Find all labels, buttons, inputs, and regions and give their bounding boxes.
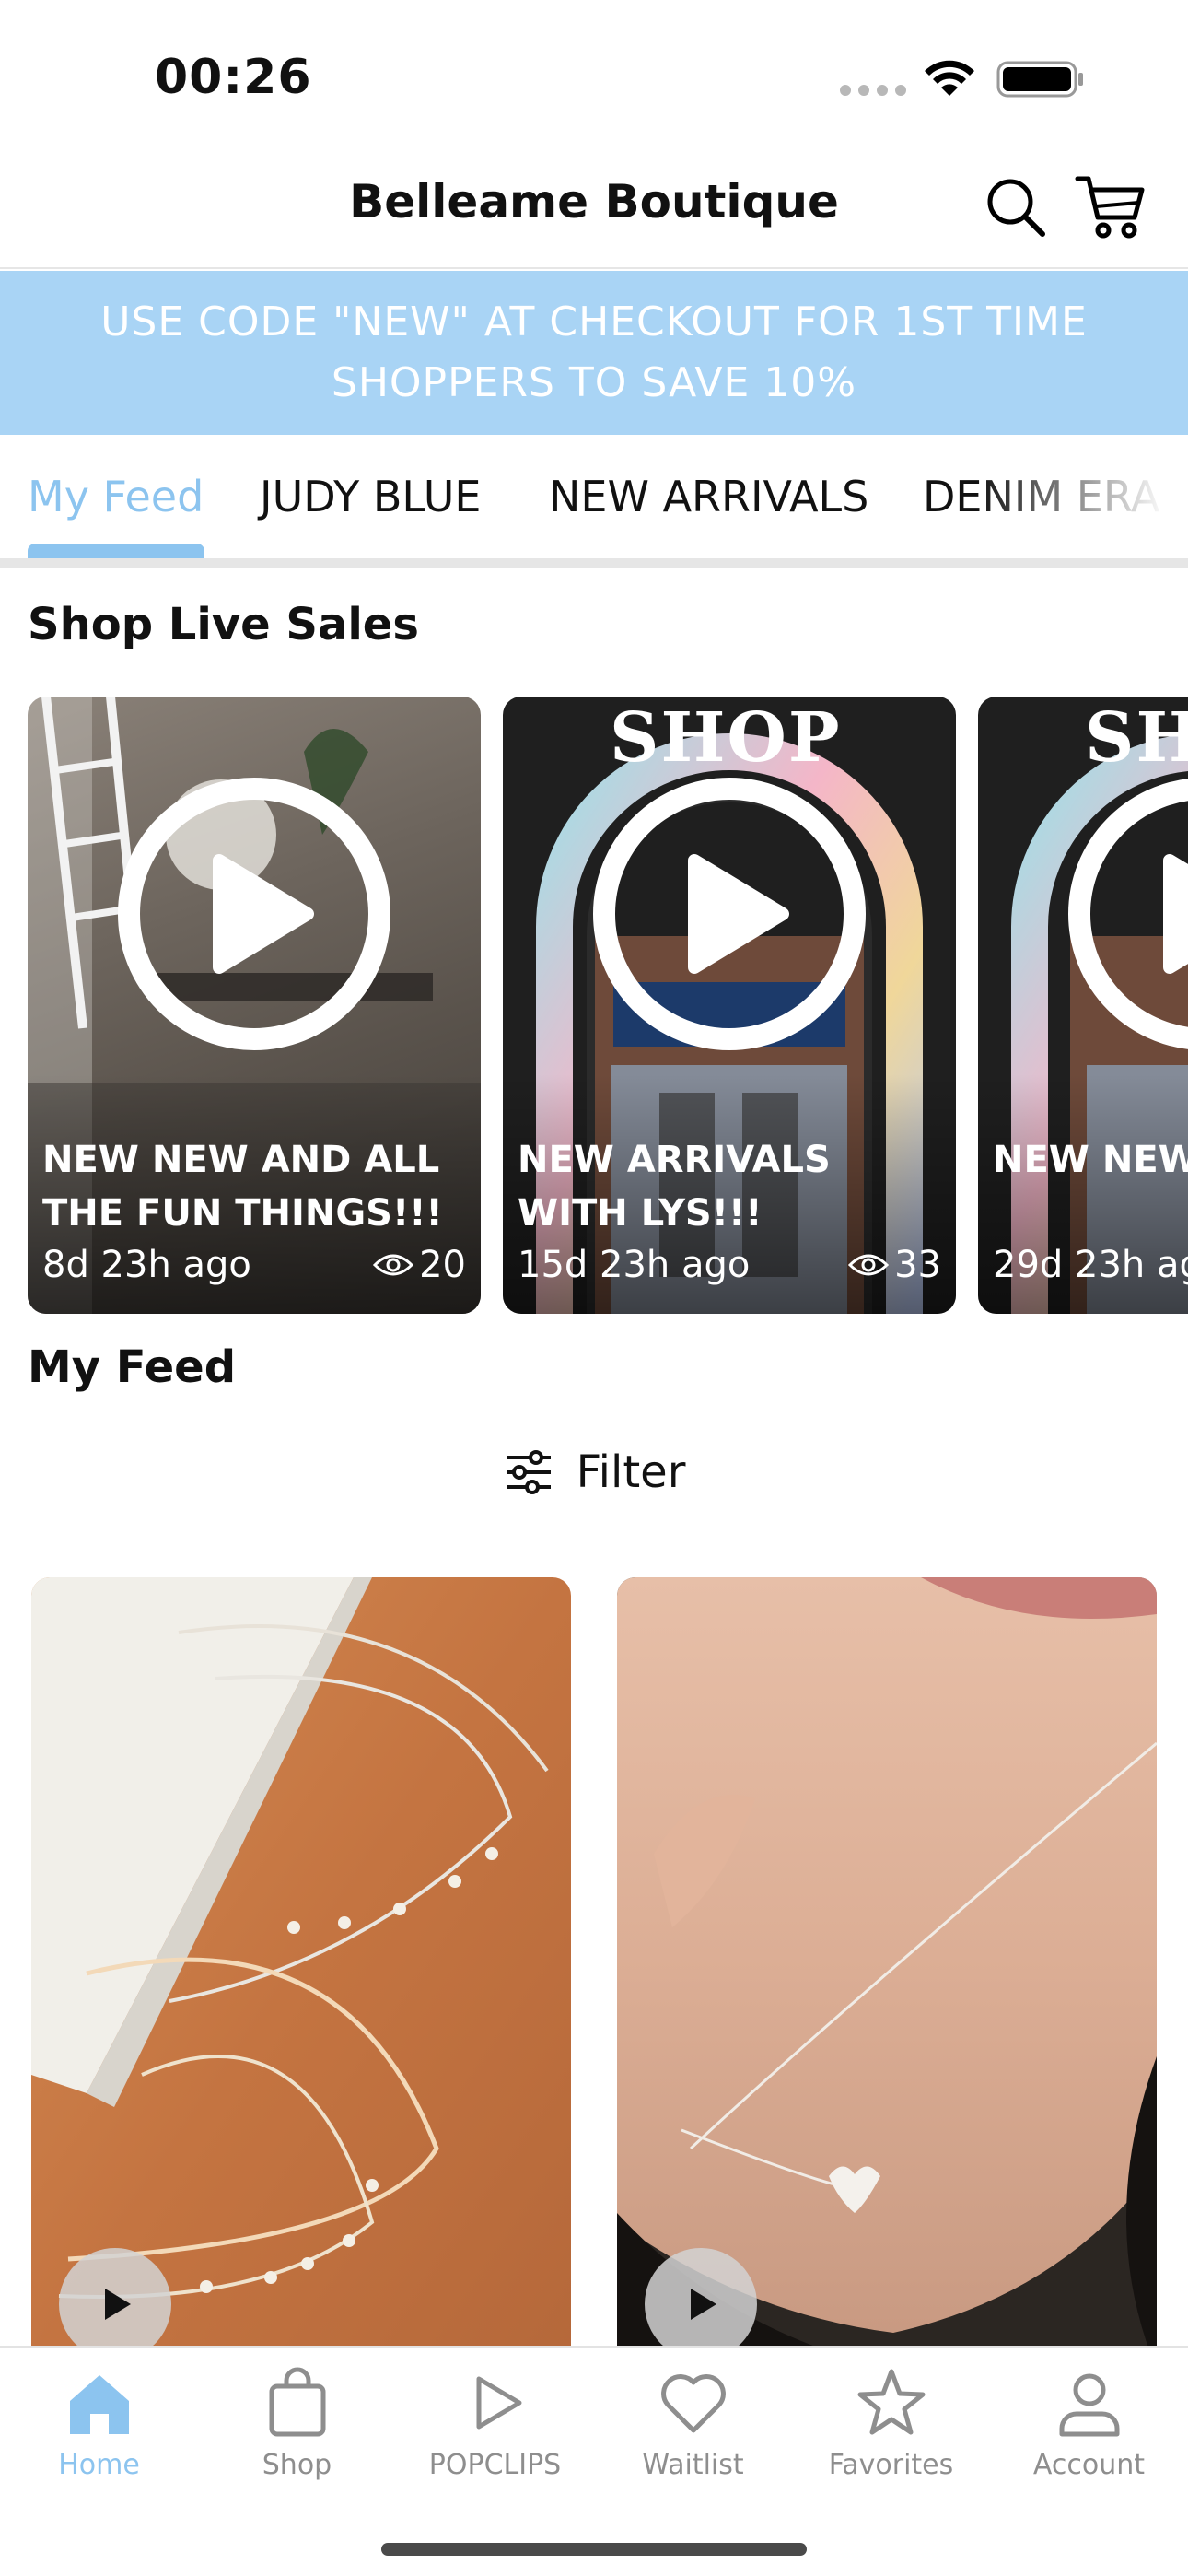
play-icon[interactable]: [59, 2248, 171, 2360]
filter-label: Filter: [576, 1446, 686, 1498]
live-sale-card[interactable]: SH NEW NEW 29d 23h ag: [978, 697, 1188, 1314]
bottom-tab-bar: Home Shop POPCLIPS Waitlist Favorites Ac…: [0, 2346, 1188, 2576]
tab-new-arrivals[interactable]: NEW ARRIVALS: [549, 472, 868, 521]
tab-judy-blue[interactable]: JUDY BLUE: [260, 472, 482, 521]
eye-icon: [848, 1254, 890, 1276]
view-count: 20: [373, 1244, 466, 1286]
eye-icon: [373, 1254, 414, 1276]
nav-popclips-label: POPCLIPS: [428, 2449, 562, 2481]
search-icon[interactable]: [984, 175, 1048, 240]
nav-shop[interactable]: Shop: [198, 2364, 396, 2481]
view-count-value: 20: [419, 1244, 466, 1286]
nav-account-label: Account: [1032, 2449, 1146, 2481]
home-indicator[interactable]: [381, 2543, 807, 2556]
live-sale-title: NEW ARRIVALS WITH LYS!!!: [518, 1139, 831, 1235]
nav-favorites-label: Favorites: [828, 2449, 954, 2481]
nav-waitlist-label: Waitlist: [642, 2449, 744, 2481]
live-sales-carousel[interactable]: NEW NEW AND ALL THE FUN THINGS!!! 8d 23h…: [0, 697, 1188, 1316]
shopping-bag-icon: [269, 2367, 325, 2437]
product-card[interactable]: [31, 1577, 571, 2370]
view-count-value: 33: [894, 1244, 941, 1286]
person-icon: [1059, 2373, 1119, 2437]
nav-shop-label: Shop: [262, 2449, 332, 2481]
overlay-shop-text: SH: [1085, 698, 1188, 778]
view-count: 33: [848, 1244, 941, 1286]
live-sale-title: NEW NEW: [993, 1139, 1188, 1181]
live-sale-card[interactable]: NEW NEW AND ALL THE FUN THINGS!!! 8d 23h…: [28, 697, 481, 1314]
filter-button[interactable]: Filter: [0, 1437, 1188, 1507]
promo-text: USE CODE "NEW" AT CHECKOUT FOR 1ST TIME …: [100, 299, 1088, 406]
product-card[interactable]: [617, 1577, 1157, 2370]
feed-title: My Feed: [28, 1341, 237, 1393]
play-icon[interactable]: [116, 776, 392, 1052]
nav-waitlist[interactable]: Waitlist: [594, 2364, 792, 2481]
play-icon[interactable]: [1066, 776, 1188, 1052]
live-sale-age: 8d 23h ago: [42, 1244, 251, 1286]
tabs-fade: [976, 435, 1188, 564]
tabs-divider: [0, 558, 1188, 568]
play-icon[interactable]: [645, 2248, 757, 2360]
live-sale-card[interactable]: SHOP NEW ARRIVALS WITH LYS!!! 15d 23h ag…: [503, 697, 956, 1314]
battery-icon: [996, 61, 1083, 98]
nav-favorites[interactable]: Favorites: [792, 2364, 990, 2481]
sliders-icon: [506, 1450, 551, 1494]
active-tab-indicator: [28, 544, 204, 558]
home-icon: [69, 2375, 129, 2434]
app-header: Belleame Boutique: [0, 147, 1188, 269]
cart-icon[interactable]: [1074, 170, 1147, 243]
live-sale-title: NEW NEW AND ALL THE FUN THINGS!!!: [42, 1139, 443, 1235]
live-sales-title: Shop Live Sales: [28, 599, 419, 650]
play-icon[interactable]: [591, 776, 868, 1052]
status-bar: 00:26: [0, 0, 1188, 147]
wifi-icon: [925, 60, 974, 96]
live-sale-age: 29d 23h ag: [993, 1244, 1188, 1286]
heart-icon: [660, 2374, 726, 2433]
tab-my-feed[interactable]: My Feed: [28, 472, 204, 521]
star-icon: [857, 2369, 925, 2435]
nav-popclips[interactable]: POPCLIPS: [396, 2364, 594, 2481]
live-sale-age: 15d 23h ago: [518, 1244, 751, 1286]
status-time: 00:26: [155, 50, 312, 105]
category-tabs: My Feed JUDY BLUE NEW ARRIVALS DENIM ERA: [0, 435, 1188, 564]
play-icon: [476, 2376, 521, 2430]
promo-banner[interactable]: USE CODE "NEW" AT CHECKOUT FOR 1ST TIME …: [0, 271, 1188, 435]
nav-home-label: Home: [58, 2449, 140, 2481]
nav-account[interactable]: Account: [990, 2364, 1188, 2481]
cellular-signal-icon: [840, 85, 906, 96]
nav-home[interactable]: Home: [0, 2364, 198, 2481]
overlay-shop-text: SHOP: [610, 698, 842, 778]
